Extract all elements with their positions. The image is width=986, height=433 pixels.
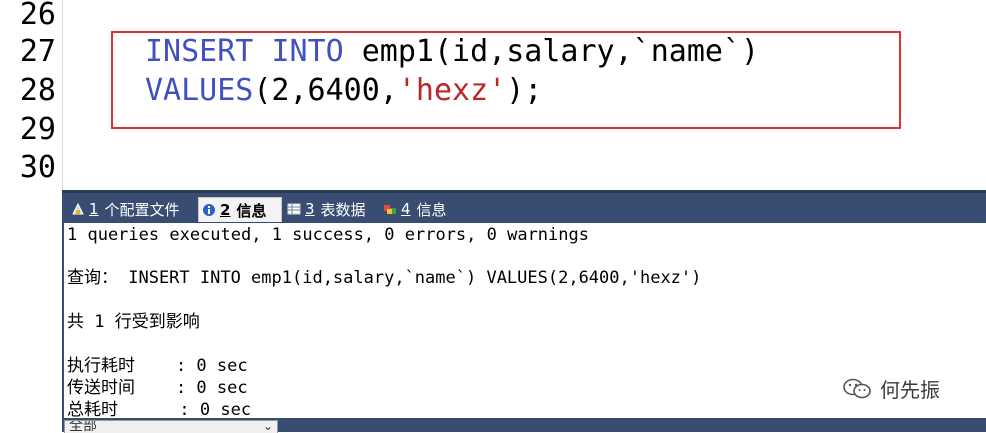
line-number: 29 bbox=[19, 112, 56, 147]
pane-border bbox=[62, 223, 64, 418]
tab-label: 表数据 bbox=[320, 200, 366, 219]
filter-dropdown[interactable]: 全部 ⌄ bbox=[64, 420, 278, 433]
table-icon bbox=[287, 202, 301, 216]
tab-number: 4 bbox=[401, 200, 411, 218]
summary-line: 1 queries executed, 1 success, 0 errors,… bbox=[67, 225, 589, 245]
affected-rows-line: 共 1 行受到影响 bbox=[67, 312, 200, 332]
result-tabbar: 1 个配置文件 2 信息 3 表数据 4 信息 bbox=[62, 190, 986, 223]
tab-number: 1 bbox=[89, 200, 99, 218]
chevron-down-icon: ⌄ bbox=[262, 420, 273, 433]
line-number: 28 bbox=[19, 73, 56, 108]
tab-number: 3 bbox=[305, 200, 315, 218]
watermark: 何先振 bbox=[842, 374, 940, 403]
tab-label: 信息 bbox=[236, 201, 267, 220]
info-icon bbox=[383, 202, 397, 216]
line-number: 27 bbox=[19, 34, 56, 69]
watermark-text: 何先振 bbox=[880, 378, 940, 402]
tab-label: 信息 bbox=[416, 200, 447, 219]
tab-profile[interactable]: 1 个配置文件 bbox=[68, 197, 180, 221]
tab-info-2[interactable]: 4 信息 bbox=[380, 197, 447, 221]
transfer-time-line: 传送时间 : 0 sec bbox=[67, 378, 248, 398]
query-line: 查询： INSERT INTO emp1(id,salary,`name`) V… bbox=[67, 268, 702, 288]
total-time-line: 总耗时 : 0 sec bbox=[67, 400, 252, 418]
info-icon bbox=[202, 203, 216, 217]
line-number-gutter: 26 27 28 29 30 bbox=[0, 0, 62, 190]
highlight-annotation-box bbox=[111, 31, 901, 129]
gutter-divider bbox=[62, 0, 63, 190]
line-number: 26 bbox=[19, 0, 56, 32]
line-number: 30 bbox=[19, 150, 56, 185]
tab-label: 个配置文件 bbox=[104, 200, 180, 219]
tab-info[interactable]: 2 信息 bbox=[198, 197, 282, 222]
left-margin bbox=[0, 190, 62, 432]
profile-icon bbox=[71, 202, 85, 216]
wechat-icon bbox=[842, 377, 872, 401]
tab-number: 2 bbox=[220, 201, 231, 219]
filter-dropdown-label: 全部 bbox=[69, 420, 97, 433]
exec-time-line: 执行耗时 : 0 sec bbox=[67, 356, 248, 376]
sql-editor[interactable]: 26 27 28 29 30 INSERT INTO emp1(id,salar… bbox=[0, 0, 986, 190]
tab-table-data[interactable]: 3 表数据 bbox=[284, 197, 366, 221]
